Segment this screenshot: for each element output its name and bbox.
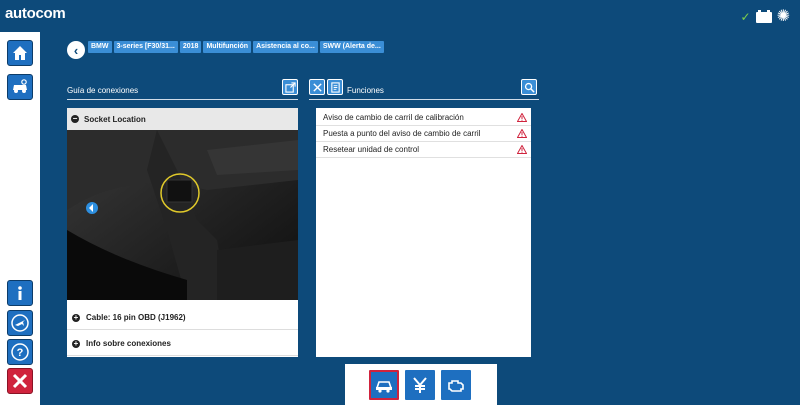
- back-button[interactable]: ‹: [67, 41, 85, 59]
- home-icon: [13, 46, 27, 60]
- breadcrumb: BMW 3-series [F30/31... 2018 Multifunció…: [88, 41, 384, 53]
- car-diagnostic-icon: [375, 381, 393, 393]
- connection-guide-panel: − Socket Location + Cable: 16 pin OBD (J…: [67, 108, 298, 357]
- collapse-icon: −: [71, 114, 79, 123]
- vehicle-settings-button[interactable]: [7, 74, 33, 100]
- breadcrumb-item-subsystem[interactable]: Asistencia al co...: [253, 41, 318, 53]
- breadcrumb-item-model[interactable]: 3-series [F30/31...: [113, 41, 178, 53]
- expand-icon: +: [72, 338, 80, 348]
- warning-icon: [517, 113, 527, 122]
- gear-icon[interactable]: ✺: [777, 9, 790, 25]
- functions-panel: Aviso de cambio de carril de calibración…: [316, 108, 531, 357]
- travel-button[interactable]: [7, 310, 33, 336]
- currency-icon: [413, 377, 427, 393]
- tab-engine[interactable]: [441, 370, 471, 400]
- warning-icon: [517, 129, 527, 138]
- tab-diagnostics[interactable]: [369, 370, 399, 400]
- tools-button[interactable]: [309, 79, 325, 95]
- function-label: Resetear unidad de control: [323, 145, 420, 154]
- socket-photo-illustration: [67, 130, 298, 300]
- function-label: Aviso de cambio de carril de calibración: [323, 113, 464, 122]
- search-icon: [524, 82, 535, 93]
- function-label: Puesta a punto del aviso de cambio de ca…: [323, 129, 481, 138]
- app-logo: autocom: [5, 5, 66, 22]
- socket-location-header[interactable]: − Socket Location: [67, 108, 298, 130]
- warning-icon: [517, 145, 527, 154]
- tab-costs[interactable]: [405, 370, 435, 400]
- open-external-button[interactable]: [282, 79, 298, 95]
- socket-location-photo: [67, 130, 298, 300]
- sidebar: ?: [0, 32, 40, 405]
- function-item-reset[interactable]: Resetear unidad de control: [316, 142, 531, 158]
- connection-guide-title: Guía de conexiones: [67, 86, 139, 95]
- function-item-calibration[interactable]: Aviso de cambio de carril de calibración: [316, 110, 531, 126]
- functions-divider: [309, 99, 539, 100]
- bottom-tab-bar: [345, 364, 497, 405]
- function-item-setup[interactable]: Puesta a punto del aviso de cambio de ca…: [316, 126, 531, 142]
- help-icon: ?: [11, 343, 29, 361]
- functions-title: Funciones: [347, 86, 384, 95]
- search-button[interactable]: [521, 79, 537, 95]
- engine-icon: [448, 380, 464, 392]
- document-icon: [330, 81, 340, 93]
- document-button[interactable]: [327, 79, 343, 95]
- check-icon: ✓: [740, 10, 751, 24]
- breadcrumb-item-module[interactable]: SWW (Alerta de...: [319, 41, 384, 53]
- connection-guide-divider: [67, 99, 298, 100]
- battery-icon[interactable]: [755, 9, 772, 23]
- breadcrumb-item-make[interactable]: BMW: [88, 41, 112, 53]
- cable-label: Cable: 16 pin OBD (J1962): [86, 313, 186, 322]
- breadcrumb-item-system[interactable]: Multifunción: [203, 41, 252, 53]
- svg-text:?: ?: [17, 347, 24, 359]
- expand-icon: +: [72, 312, 80, 322]
- car-settings-icon: [13, 79, 27, 93]
- exit-button[interactable]: [7, 368, 33, 394]
- tools-icon: [312, 82, 322, 92]
- connection-info-label: Info sobre conexiones: [86, 339, 171, 348]
- socket-location-label: Socket Location: [84, 114, 146, 124]
- status-icons: ✓ ✺: [741, 9, 790, 25]
- connection-info-row[interactable]: + Info sobre conexiones: [67, 332, 298, 356]
- plane-icon: [11, 314, 29, 332]
- cable-row[interactable]: + Cable: 16 pin OBD (J1962): [67, 306, 298, 330]
- info-icon: [18, 286, 22, 300]
- external-link-icon: [284, 81, 296, 93]
- help-button[interactable]: ?: [7, 339, 33, 365]
- breadcrumb-item-year[interactable]: 2018: [179, 41, 202, 53]
- home-button[interactable]: [7, 40, 33, 66]
- close-icon: [12, 373, 28, 389]
- info-button[interactable]: [7, 280, 33, 306]
